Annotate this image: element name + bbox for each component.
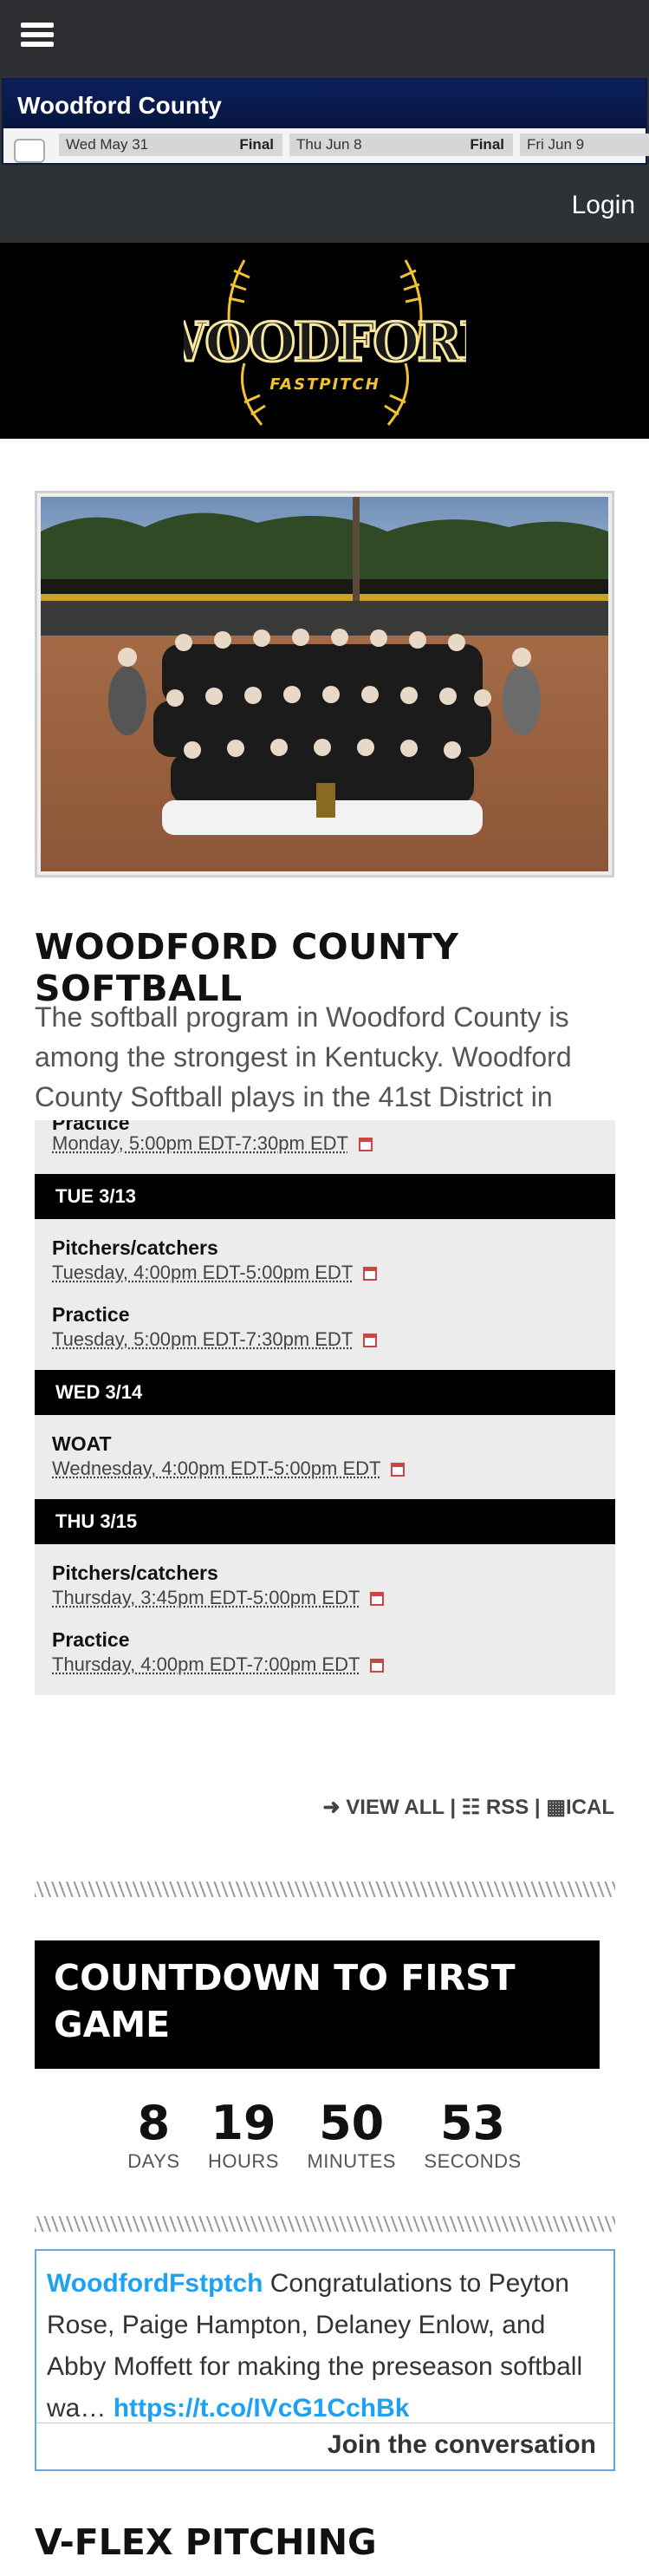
seconds-label: SECONDS <box>424 2150 522 2172</box>
game-date: Thu Jun 8 <box>296 136 362 153</box>
scoreboard-game[interactable]: Fri Jun 9 <box>520 134 649 156</box>
tweet: WoodfordFstptch Congratulations to Peyto… <box>36 2251 613 2424</box>
calendar-add-icon[interactable] <box>363 1267 378 1281</box>
scoreboard-game[interactable]: Wed May 31 Final <box>59 134 282 156</box>
game-date: Wed May 31 <box>66 136 149 153</box>
seconds-value: 53 <box>439 2096 506 2150</box>
tweet-username[interactable]: WoodfordFstptch <box>47 2269 263 2298</box>
svg-text:WOODFORD: WOODFORD <box>184 310 466 374</box>
countdown-seconds: 53 SECONDS <box>424 2097 521 2173</box>
team-photo <box>35 491 614 877</box>
join-conversation-link[interactable]: Join the conversation <box>36 2423 613 2469</box>
hours-value: 19 <box>211 2096 276 2150</box>
view-all-link[interactable]: ➜ VIEW ALL <box>323 1796 445 1819</box>
calendar-event[interactable]: Pitchers/catchers Thursday, 3:45pm EDT-5… <box>52 1553 598 1620</box>
login-link[interactable]: Login <box>572 191 635 220</box>
days-value: 8 <box>137 2096 171 2150</box>
top-bar <box>0 0 649 76</box>
logo-banner: WOODFORD FASTPITCH <box>0 243 649 439</box>
section-title-vflex: V-FLEX PITCHING <box>35 2521 377 2563</box>
section-divider <box>35 1881 615 1897</box>
game-result: Final <box>239 136 274 153</box>
countdown-minutes: 50 MINUTES <box>307 2097 396 2173</box>
ical-link[interactable]: ▦ICAL <box>546 1796 614 1819</box>
event-time[interactable]: Thursday, 4:00pm EDT-7:00pm EDT <box>52 1653 360 1675</box>
event-time[interactable]: Thursday, 3:45pm EDT-5:00pm EDT <box>52 1587 360 1608</box>
rss-label: RSS <box>485 1796 529 1819</box>
twitter-widget: WoodfordFstptch Congratulations to Peyto… <box>35 2249 615 2471</box>
scoreboard-widget: Woodford County Wed May 31 Final Thu Jun… <box>0 76 649 166</box>
game-date: Fri Jun 9 <box>527 136 585 153</box>
calendar-event[interactable]: Practice Monday, 5:00pm EDT-7:30pm EDT <box>52 1120 598 1165</box>
scoreboard-title: Woodford County <box>3 80 646 128</box>
calendar-day-events: Pitchers/catchers Thursday, 3:45pm EDT-5… <box>35 1544 615 1695</box>
calendar-icon: ▦ <box>546 1796 566 1819</box>
svg-text:FASTPITCH: FASTPITCH <box>269 375 380 394</box>
tweet-link[interactable]: https://t.co/IVcG1CchBk <box>114 2394 410 2423</box>
calendar-event[interactable]: WOAT Wednesday, 4:00pm EDT-5:00pm EDT <box>52 1424 598 1490</box>
section-divider <box>35 2216 615 2232</box>
countdown-hours: 19 HOURS <box>208 2097 279 2173</box>
calendar-day-events: Practice Monday, 5:00pm EDT-7:30pm EDT <box>35 1120 615 1174</box>
woodford-fastpitch-logo[interactable]: WOODFORD FASTPITCH <box>184 255 466 428</box>
view-all-label: VIEW ALL <box>346 1796 445 1819</box>
event-time[interactable]: Tuesday, 4:00pm EDT-5:00pm EDT <box>52 1262 353 1283</box>
event-title: WOAT <box>52 1432 112 1455</box>
ical-label: ICAL <box>566 1796 614 1819</box>
days-label: DAYS <box>127 2150 180 2172</box>
calendar-day-events: Pitchers/catchers Tuesday, 4:00pm EDT-5:… <box>35 1219 615 1370</box>
arrow-right-icon: ➜ <box>322 1796 341 1819</box>
separator: | <box>534 1796 541 1819</box>
scoreboard-prev-button[interactable] <box>14 139 45 163</box>
scoreboard-games: Wed May 31 Final Thu Jun 8 Final Fri Jun… <box>3 128 649 163</box>
event-title: Pitchers/catchers <box>52 1236 218 1259</box>
calendar-event[interactable]: Practice Tuesday, 5:00pm EDT-7:30pm EDT <box>52 1295 598 1361</box>
team-photo-image <box>41 497 608 871</box>
scoreboard-panel: Woodford County Wed May 31 Final Thu Jun… <box>2 78 649 165</box>
calendar-add-icon[interactable] <box>391 1463 406 1477</box>
calendar-day-header: TUE 3/13 <box>35 1174 615 1219</box>
event-title: Practice <box>52 1120 598 1131</box>
minutes-label: MINUTES <box>307 2150 396 2172</box>
event-time[interactable]: Tuesday, 5:00pm EDT-7:30pm EDT <box>52 1328 353 1350</box>
calendar-add-icon[interactable] <box>358 1138 373 1151</box>
event-time[interactable]: Wednesday, 4:00pm EDT-5:00pm EDT <box>52 1458 380 1479</box>
calendar-add-icon[interactable] <box>363 1334 378 1347</box>
event-title: Practice <box>52 1628 130 1651</box>
calendar-day-events: WOAT Wednesday, 4:00pm EDT-5:00pm EDT <box>35 1415 615 1499</box>
event-time[interactable]: Monday, 5:00pm EDT-7:30pm EDT <box>52 1132 348 1154</box>
calendar-add-icon[interactable] <box>370 1592 385 1606</box>
countdown-title: COUNTDOWN TO FIRST GAME <box>35 1940 600 2069</box>
hours-label: HOURS <box>208 2150 279 2172</box>
calendar-day-header: WED 3/14 <box>35 1370 615 1415</box>
minutes-value: 50 <box>319 2096 385 2150</box>
separator: | <box>450 1796 457 1819</box>
countdown-days: 8 DAYS <box>127 2097 179 2173</box>
rss-icon: ☷ <box>461 1796 481 1819</box>
event-title: Practice <box>52 1303 130 1326</box>
calendar-links: ➜ VIEW ALL | ☷ RSS | ▦ICAL <box>323 1795 614 1820</box>
scoreboard-game[interactable]: Thu Jun 8 Final <box>289 134 513 156</box>
intro-paragraph: The softball program in Woodford County … <box>35 1001 572 1112</box>
calendar-event[interactable]: Practice Thursday, 4:00pm EDT-7:00pm EDT <box>52 1620 598 1686</box>
game-result: Final <box>470 136 504 153</box>
login-bar: Login <box>0 166 649 243</box>
events-calendar: Practice Monday, 5:00pm EDT-7:30pm EDT T… <box>35 1120 615 1695</box>
calendar-add-icon[interactable] <box>370 1659 385 1673</box>
event-title: Pitchers/catchers <box>52 1562 218 1584</box>
rss-link[interactable]: ☷ RSS <box>462 1796 529 1819</box>
hamburger-icon[interactable] <box>21 23 54 50</box>
countdown-timer: 8 DAYS 19 HOURS 50 MINUTES 53 SECONDS <box>0 2097 649 2173</box>
calendar-day-header: THU 3/15 <box>35 1499 615 1544</box>
calendar-event[interactable]: Pitchers/catchers Tuesday, 4:00pm EDT-5:… <box>52 1228 598 1295</box>
